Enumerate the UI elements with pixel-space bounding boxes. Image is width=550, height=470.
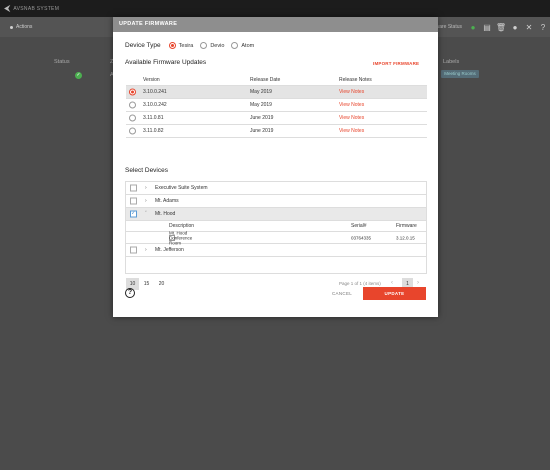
radio-icon[interactable] [168, 42, 176, 49]
toolbar-right: Firmware Status ● ▤ 🗑 ● ✕ ? [426, 17, 550, 37]
view-notes-link[interactable]: View Notes [339, 128, 364, 134]
page-size-15[interactable]: 15 [140, 278, 153, 290]
version-cell: 3.10.0.242 [143, 102, 167, 108]
help-icon[interactable]: ? [125, 288, 135, 298]
chevron-right-icon[interactable]: › [417, 280, 419, 286]
firmware-column-header: Firmware [396, 223, 417, 229]
close-icon[interactable]: ✕ [522, 23, 536, 32]
alert-icon[interactable]: ● [508, 23, 522, 32]
version-cell: 3.11.0.82 [143, 128, 164, 134]
checkbox-checked[interactable] [130, 210, 137, 218]
update-button[interactable]: UPDATE [363, 287, 426, 300]
select-devices-title: Select Devices [125, 167, 168, 174]
devices-table: › Executive Suite System › Mt. Adams ˇ M… [125, 181, 427, 274]
version-cell: 3.11.0.81 [143, 115, 164, 121]
version-cell: 3.10.0.241 [143, 89, 167, 95]
serial-column-header: Serial# [351, 223, 367, 229]
device-name: Mt. Hood [155, 211, 176, 217]
device-detail-row: ? Mt. Hood Conference Room 03764335 3.12.… [126, 230, 426, 245]
firmware-table: Version Release Date Release Notes 3.10.… [126, 75, 427, 138]
chevron-right-icon[interactable]: › [145, 185, 147, 191]
trash-icon[interactable]: 🗑 [494, 23, 508, 32]
firmware-row[interactable]: 3.10.0.242 May 2019 View Notes [126, 99, 427, 112]
version-column-header: Version [143, 77, 160, 83]
device-type-tesira[interactable]: Tesira [168, 42, 193, 49]
device-row[interactable]: › Mt. Jefferson [126, 244, 426, 257]
view-notes-link[interactable]: View Notes [339, 102, 364, 108]
chevron-left-icon[interactable]: ‹ [391, 280, 393, 286]
date-cell: June 2019 [250, 115, 274, 121]
device-row[interactable]: › Executive Suite System [126, 182, 426, 195]
description-column-header: Description [169, 223, 195, 229]
firmware-table-header: Version Release Date Release Notes [126, 75, 427, 86]
status-ok-icon: ✓ [75, 72, 82, 79]
status-column-header: Status [54, 59, 70, 65]
device-name: Mt. Adams [155, 198, 179, 204]
labels-column-header: Labels [443, 59, 460, 65]
device-name: Executive Suite System [155, 185, 208, 191]
device-name: Mt. Jefferson [155, 247, 184, 253]
label-pill: Meeting Rooms [441, 70, 479, 78]
app-title: AVSNAB SYSTEM [13, 5, 60, 12]
firmware-row[interactable]: 3.11.0.82 June 2019 View Notes [126, 125, 427, 138]
chevron-right-icon[interactable]: › [145, 247, 147, 253]
date-cell: June 2019 [250, 128, 274, 134]
check-circle-icon: ● [470, 22, 476, 32]
radio-icon[interactable] [129, 127, 136, 135]
actions-tab[interactable]: Actions [10, 24, 32, 30]
app-top-bar: ⮜ AVSNAB SYSTEM [0, 0, 550, 17]
view-notes-link[interactable]: View Notes [339, 89, 364, 95]
release-notes-column-header: Release Notes [339, 77, 372, 83]
radio-icon[interactable] [129, 101, 136, 109]
import-firmware-button[interactable]: IMPORT FIRMWARE [373, 61, 419, 66]
checkbox[interactable] [130, 184, 137, 192]
device-type-devio[interactable]: Devio [200, 42, 224, 49]
date-cell: May 2019 [250, 102, 272, 108]
checkbox[interactable] [130, 197, 137, 205]
serial-cell: 03764335 [351, 235, 372, 240]
firmware-row[interactable]: 3.10.0.241 May 2019 View Notes [126, 86, 427, 99]
radio-icon[interactable] [231, 42, 239, 49]
device-type-group: Device Type Tesira Devio Atom [125, 42, 261, 49]
radio-icon[interactable] [129, 114, 136, 122]
back-arrow-icon[interactable]: ⮜ [4, 3, 10, 14]
firmware-cell: 3.12.0.15 [396, 235, 415, 240]
page-info: Page 1 of 1 (4 items) [339, 281, 381, 286]
release-date-column-header: Release Date [250, 77, 281, 83]
firmware-row[interactable]: 3.11.0.81 June 2019 View Notes [126, 112, 427, 125]
document-icon[interactable]: ▤ [480, 23, 494, 32]
radio-icon[interactable] [200, 42, 208, 49]
chevron-down-icon[interactable]: ˇ [145, 211, 147, 217]
radio-icon[interactable] [129, 88, 136, 96]
description-cell: Mt. Hood Conference Room [169, 230, 193, 245]
date-cell: May 2019 [250, 89, 272, 95]
page-size-20[interactable]: 20 [155, 278, 168, 290]
update-firmware-modal: UPDATE FIRMWARE Device Type Tesira Devio… [113, 17, 438, 317]
device-type-atom[interactable]: Atom [231, 42, 254, 49]
available-updates-title: Available Firmware Updates [125, 59, 207, 66]
view-notes-link[interactable]: View Notes [339, 115, 364, 121]
device-row[interactable]: › Mt. Adams [126, 195, 426, 208]
device-row[interactable]: ˇ Mt. Hood [126, 208, 426, 221]
checkbox[interactable] [130, 246, 137, 254]
help-circle-icon[interactable]: ? [536, 23, 550, 32]
modal-title: UPDATE FIRMWARE [113, 17, 438, 32]
device-type-label: Device Type [125, 42, 161, 49]
cancel-button[interactable]: CANCEL [332, 291, 352, 296]
chevron-right-icon[interactable]: › [145, 198, 147, 204]
